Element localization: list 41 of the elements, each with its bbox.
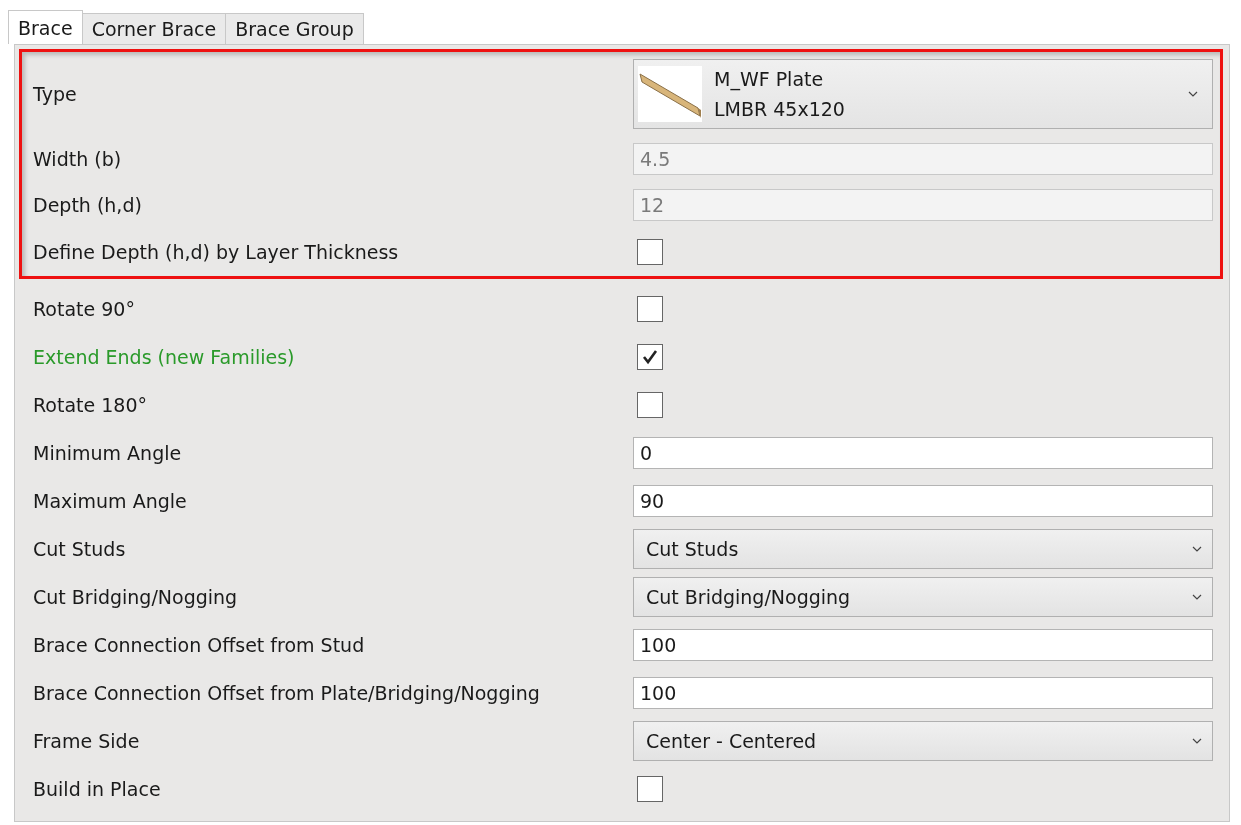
- property-label: Rotate 90°: [32, 298, 136, 320]
- property-label: Width (b): [32, 148, 123, 170]
- caret-icon: [1192, 594, 1202, 600]
- input-field[interactable]: 100: [633, 629, 1213, 661]
- property-label: Maximum Angle: [32, 490, 188, 512]
- property-label: Cut Studs: [32, 538, 127, 560]
- dropdown[interactable]: Cut Bridging/Nogging: [633, 577, 1213, 617]
- tab[interactable]: Brace Group: [225, 13, 364, 44]
- checkbox[interactable]: [637, 776, 663, 802]
- type-name: LMBR 45x120: [714, 97, 846, 122]
- input-field[interactable]: 90: [633, 485, 1213, 517]
- checkbox[interactable]: [637, 239, 663, 265]
- tab[interactable]: Brace: [8, 10, 83, 44]
- property-label: Type: [32, 83, 78, 105]
- dropdown[interactable]: Center - Centered: [633, 721, 1213, 761]
- dropdown-value: Cut Bridging/Nogging: [646, 586, 851, 608]
- checkbox[interactable]: [637, 392, 663, 418]
- caret-icon: [1188, 91, 1198, 97]
- property-label: Frame Side: [32, 730, 141, 752]
- dropdown[interactable]: Cut Studs: [633, 529, 1213, 569]
- property-label: Define Depth (h,d) by Layer Thickness: [32, 241, 400, 263]
- property-label: Brace Connection Offset from Plate/Bridging/Nogging: [32, 682, 541, 704]
- caret-icon: [1192, 546, 1202, 552]
- tab[interactable]: Corner Brace: [81, 13, 227, 44]
- dropdown-value: Center - Centered: [646, 730, 817, 752]
- dropdown-value: Cut Studs: [646, 538, 739, 560]
- property-label: Rotate 180°: [32, 394, 148, 416]
- lumber-icon: [638, 65, 702, 123]
- property-label: Cut Bridging/Nogging: [32, 586, 239, 608]
- property-label: Extend Ends (new Families): [32, 346, 296, 368]
- property-label: Minimum Angle: [32, 442, 183, 464]
- property-label: Depth (h,d): [32, 194, 143, 216]
- type-family: M_WF Plate: [714, 67, 825, 93]
- caret-icon: [1192, 738, 1202, 744]
- property-label: Brace Connection Offset from Stud: [32, 634, 366, 656]
- checkbox[interactable]: [637, 296, 663, 322]
- property-label: Build in Place: [32, 778, 162, 800]
- input-field[interactable]: 100: [633, 677, 1213, 709]
- input-field[interactable]: 0: [633, 437, 1213, 469]
- checkbox[interactable]: [637, 344, 663, 370]
- type-dropdown[interactable]: M_WF Plate LMBR 45x120: [633, 59, 1213, 129]
